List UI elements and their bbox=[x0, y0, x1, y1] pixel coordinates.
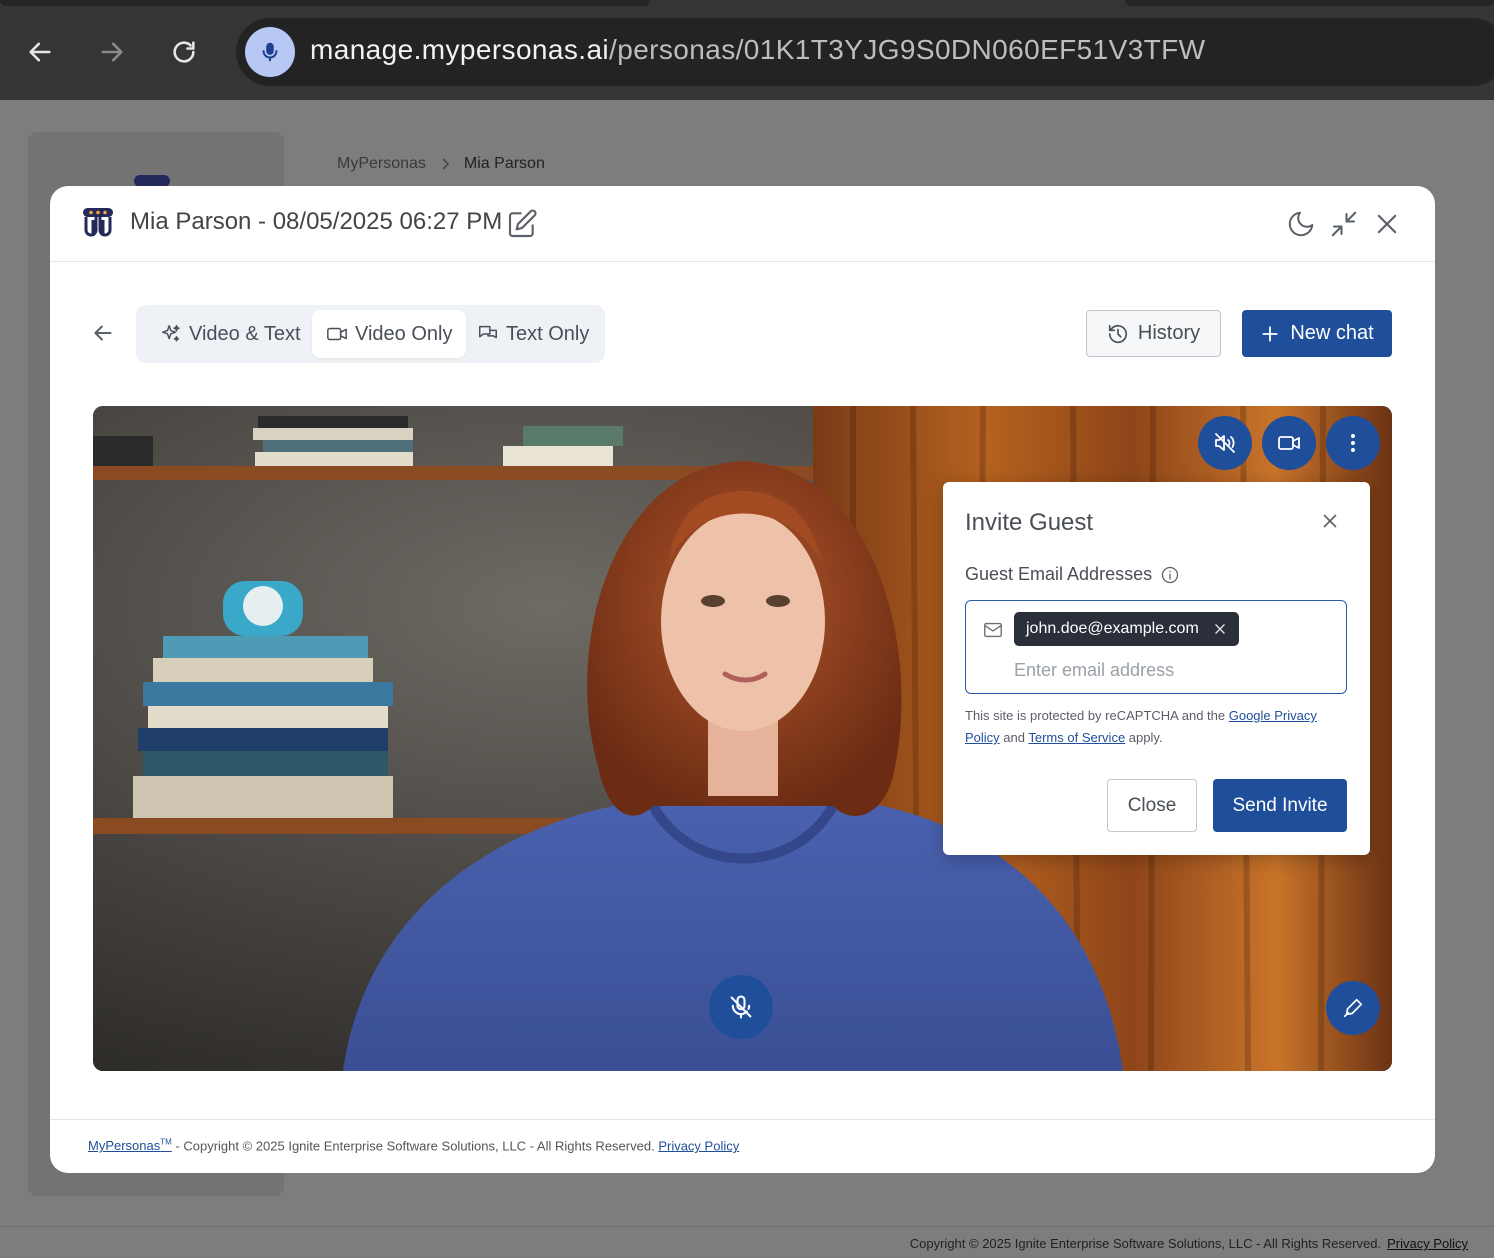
invite-guest-dialog: Invite Guest Guest Email Addresses john.… bbox=[943, 482, 1370, 855]
pen-icon[interactable] bbox=[1326, 981, 1380, 1035]
speaker-muted-icon[interactable] bbox=[1198, 416, 1252, 470]
sparkles-icon bbox=[162, 325, 180, 342]
close-icon[interactable] bbox=[1319, 510, 1341, 537]
terms-link[interactable]: Terms of Service bbox=[1028, 730, 1125, 745]
email-input[interactable] bbox=[1014, 656, 1334, 684]
edit-title-icon[interactable] bbox=[506, 208, 538, 245]
mode-text-only[interactable]: Text Only bbox=[463, 310, 603, 358]
send-invite-button[interactable]: Send Invite bbox=[1213, 779, 1347, 832]
breadcrumb-root[interactable]: MyPersonas bbox=[337, 155, 426, 173]
breadcrumb: MyPersonas Mia Parson bbox=[337, 155, 545, 173]
mode-toggle-group: Video & Text Video Only Text Only bbox=[136, 305, 605, 363]
video-camera-icon bbox=[327, 327, 347, 341]
new-chat-button[interactable]: New chat bbox=[1242, 310, 1392, 357]
browser-tab[interactable] bbox=[1125, 0, 1494, 6]
chevron-right-icon bbox=[442, 158, 449, 170]
browser-toolbar: manage.mypersonas.ai/personas/01K1T3YJG9… bbox=[0, 0, 1494, 100]
email-field[interactable]: john.doe@example.com bbox=[965, 600, 1347, 694]
recaptcha-notice: This site is protected by reCAPTCHA and … bbox=[965, 708, 1317, 745]
more-options-icon[interactable] bbox=[1326, 416, 1380, 470]
browser-tab[interactable] bbox=[0, 0, 650, 6]
modal-footer: MyPersonasTM - Copyright © 2025 Ignite E… bbox=[50, 1119, 1435, 1173]
dark-mode-icon[interactable] bbox=[1285, 208, 1317, 240]
voice-search-icon[interactable] bbox=[245, 27, 295, 77]
mode-video-text[interactable]: Video & Text bbox=[146, 310, 315, 358]
close-button[interactable]: Close bbox=[1107, 779, 1197, 832]
page-footer: Copyright © 2025 Ignite Enterprise Softw… bbox=[909, 1236, 1468, 1251]
mic-muted-icon[interactable] bbox=[709, 975, 773, 1039]
mode-video-only[interactable]: Video Only bbox=[312, 310, 467, 358]
back-icon[interactable] bbox=[20, 32, 60, 72]
guest-email-label: Guest Email Addresses bbox=[965, 564, 1180, 585]
url-text[interactable]: manage.mypersonas.ai/personas/01K1T3YJG9… bbox=[310, 34, 1206, 66]
history-icon bbox=[1108, 324, 1127, 343]
minimize-icon[interactable] bbox=[1328, 208, 1360, 240]
reload-icon[interactable] bbox=[164, 32, 204, 72]
invite-title: Invite Guest bbox=[965, 509, 1094, 536]
mail-icon bbox=[982, 619, 1004, 646]
forward-icon[interactable] bbox=[92, 32, 132, 72]
privacy-link[interactable]: Privacy Policy bbox=[1387, 1236, 1468, 1251]
close-icon[interactable] bbox=[1371, 208, 1403, 240]
mypersonas-logo bbox=[83, 208, 113, 237]
chat-bubbles-icon bbox=[479, 325, 497, 339]
history-button[interactable]: History bbox=[1086, 310, 1221, 357]
mypersonas-link[interactable]: MyPersonasTM bbox=[88, 1138, 172, 1153]
camera-icon[interactable] bbox=[1262, 416, 1316, 470]
plus-icon bbox=[1262, 325, 1278, 342]
privacy-policy-link[interactable]: Privacy Policy bbox=[658, 1138, 739, 1153]
modal-title: Mia Parson - 08/05/2025 06:27 PM bbox=[130, 208, 503, 235]
modal-header: Mia Parson - 08/05/2025 06:27 PM bbox=[50, 186, 1435, 262]
breadcrumb-current: Mia Parson bbox=[463, 155, 545, 172]
back-arrow-icon[interactable] bbox=[90, 320, 116, 351]
info-icon[interactable] bbox=[1160, 565, 1180, 585]
footer-divider bbox=[0, 1226, 1494, 1227]
chat-modal: Mia Parson - 08/05/2025 06:27 PM Video &… bbox=[50, 186, 1435, 1173]
email-chip: john.doe@example.com bbox=[1014, 612, 1239, 646]
copyright-text: MyPersonasTM - Copyright © 2025 Ignite E… bbox=[88, 1138, 740, 1154]
remove-chip-icon[interactable] bbox=[1213, 622, 1227, 636]
